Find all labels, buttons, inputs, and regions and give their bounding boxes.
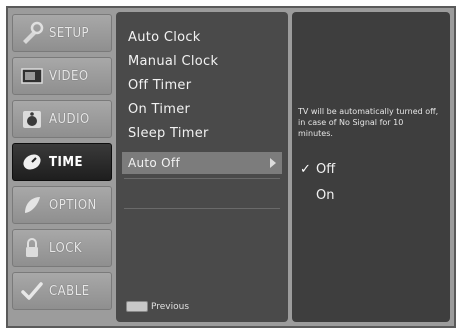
previous-key-icon xyxy=(126,301,148,312)
option-label: On xyxy=(316,188,335,203)
video-icon xyxy=(19,63,45,89)
menu-item-on-timer[interactable]: On Timer xyxy=(128,102,190,117)
sidebar-item-label: TIME xyxy=(49,154,83,170)
menu-item-off-timer[interactable]: Off Timer xyxy=(128,78,191,93)
time-icon xyxy=(19,149,45,175)
arrow-right-icon xyxy=(270,158,276,168)
sidebar-item-label: LOCK xyxy=(49,240,83,256)
sidebar-item-lock[interactable]: LOCK xyxy=(12,229,112,267)
sidebar-item-time[interactable]: TIME xyxy=(12,143,112,181)
sidebar-item-audio[interactable]: AUDIO xyxy=(12,100,112,138)
option-on[interactable]: On xyxy=(300,188,334,203)
previous-label: Previous xyxy=(151,301,190,312)
menu-item-auto-clock[interactable]: Auto Clock xyxy=(128,30,201,45)
menu-divider xyxy=(124,178,280,179)
cable-icon xyxy=(19,278,45,304)
sidebar-item-cable[interactable]: CABLE xyxy=(12,272,112,310)
option-icon xyxy=(19,192,45,218)
previous-button[interactable]: Previous xyxy=(126,301,189,312)
auto-off-description: TV will be automatically turned off, in … xyxy=(298,107,439,138)
sidebar-item-option[interactable]: OPTION xyxy=(12,186,112,224)
audio-icon xyxy=(19,106,45,132)
time-menu-panel: Auto Clock Manual Clock Off Timer On Tim… xyxy=(116,12,288,322)
menu-item-sleep-timer[interactable]: Sleep Timer xyxy=(128,126,209,141)
option-off[interactable]: ✓ Off xyxy=(300,162,335,177)
sidebar-item-label: AUDIO xyxy=(49,111,90,127)
sidebar-item-label: VIDEO xyxy=(49,68,89,84)
auto-off-options-panel: TV will be automatically turned off, in … xyxy=(292,12,450,322)
menu-item-label: Auto Off xyxy=(128,156,180,170)
menu-item-manual-clock[interactable]: Manual Clock xyxy=(128,54,218,69)
sidebar-item-setup[interactable]: SETUP xyxy=(12,14,112,52)
category-sidebar: SETUP VIDEO AUDIO TIME OPTION LOCK CABLE xyxy=(12,12,112,322)
checkmark-icon: ✓ xyxy=(300,162,311,177)
sidebar-item-label: CABLE xyxy=(49,283,90,299)
lock-icon xyxy=(19,235,45,261)
tv-menu-window: SETUP VIDEO AUDIO TIME OPTION LOCK CABLE… xyxy=(6,6,456,328)
sidebar-item-video[interactable]: VIDEO xyxy=(12,57,112,95)
option-label: Off xyxy=(316,162,336,177)
menu-item-auto-off[interactable]: Auto Off xyxy=(122,152,282,174)
menu-divider xyxy=(124,208,280,209)
setup-icon xyxy=(19,20,45,46)
sidebar-item-label: OPTION xyxy=(49,197,97,213)
sidebar-item-label: SETUP xyxy=(49,25,90,41)
